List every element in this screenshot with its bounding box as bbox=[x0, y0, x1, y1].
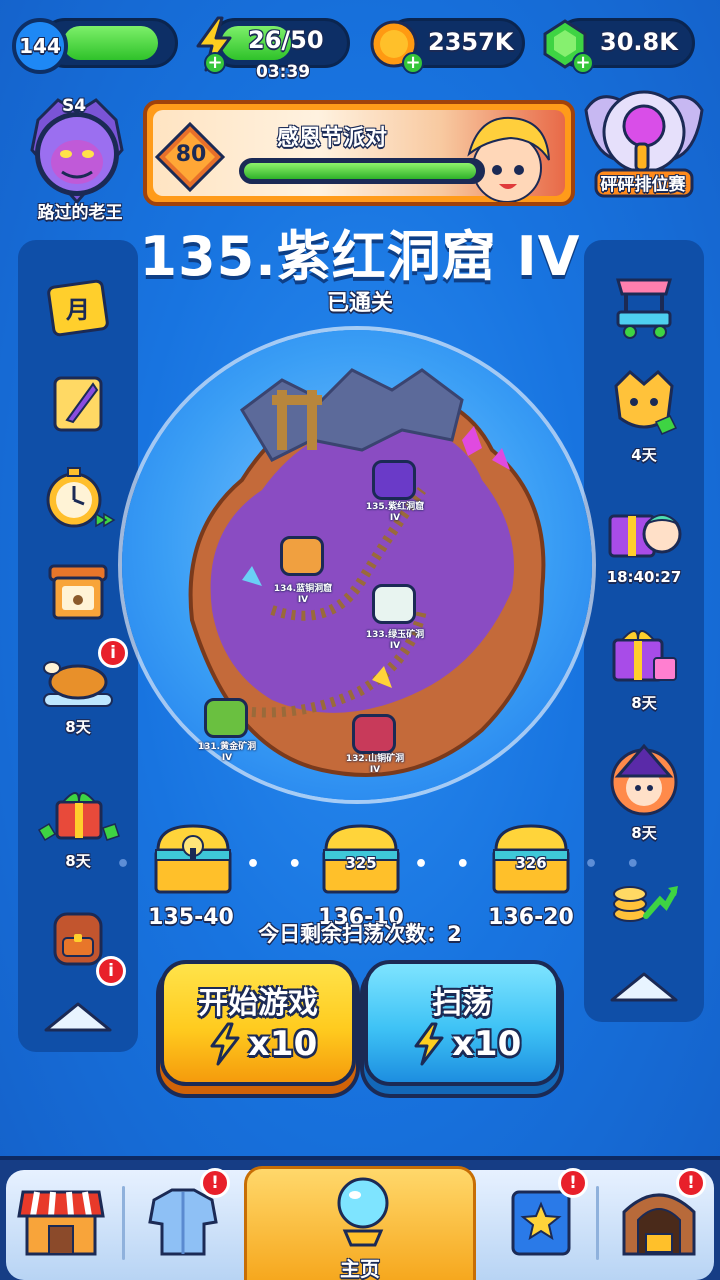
gift-pack-timer: 8天 bbox=[65, 852, 91, 870]
scroll-quill-icon bbox=[53, 376, 103, 432]
hero-gift-timer: 18:40:27 bbox=[606, 568, 682, 586]
quest-button[interactable] bbox=[28, 370, 128, 436]
energy-timer: 03:39 bbox=[256, 62, 311, 82]
map-node-131[interactable] bbox=[204, 698, 248, 738]
add-gems-button[interactable]: + bbox=[572, 52, 594, 74]
add-coins-button[interactable]: + bbox=[402, 52, 424, 74]
event-level: 80 bbox=[175, 142, 207, 167]
sweep-button[interactable]: 扫荡 x10 bbox=[364, 960, 560, 1086]
shop-cart-button[interactable] bbox=[594, 270, 694, 342]
notification-badge: i bbox=[96, 956, 126, 986]
notification-badge: ! bbox=[200, 1168, 230, 1198]
reward-chest-3[interactable]: 326 bbox=[486, 820, 576, 900]
puzzle-gift-timer: 8天 bbox=[631, 694, 657, 712]
nav-home-tab[interactable]: 主页 bbox=[244, 1166, 476, 1280]
reward-chest-1[interactable] bbox=[148, 820, 238, 900]
map-node-133[interactable] bbox=[372, 584, 416, 624]
pet-house-icon bbox=[48, 564, 108, 620]
map-node-132[interactable] bbox=[352, 714, 396, 754]
event-progress-bar bbox=[239, 158, 485, 184]
reward-chest-2[interactable]: 325 bbox=[316, 820, 406, 900]
witch-event-button[interactable]: 8天 bbox=[594, 742, 694, 843]
crystal-ball-icon bbox=[337, 1177, 389, 1247]
shop-storefront-icon bbox=[17, 1190, 105, 1256]
gift-box-icon bbox=[37, 792, 120, 842]
scroll-up-arrow-icon[interactable] bbox=[28, 996, 128, 1036]
stopwatch-icon bbox=[46, 467, 116, 528]
shop-cart-icon bbox=[616, 278, 672, 339]
svg-text:月: 月 bbox=[65, 296, 90, 324]
nav-home-label: 主页 bbox=[340, 1257, 380, 1280]
player-avatar[interactable]: S4 bbox=[18, 90, 136, 208]
treasure-chest-icon bbox=[154, 824, 232, 894]
chest-number: 326 bbox=[515, 854, 547, 872]
event-character-icon bbox=[467, 116, 550, 202]
coin-count: 2357K bbox=[428, 28, 514, 56]
nav-collection-tab[interactable]: ! bbox=[482, 1160, 600, 1280]
calendar-icon: 月 bbox=[47, 279, 109, 337]
golden-fox-timer: 4天 bbox=[631, 446, 657, 464]
map-node-135[interactable] bbox=[372, 460, 416, 500]
gift-pack-button[interactable]: 8天 bbox=[28, 780, 128, 871]
right-side-panel: 4天 18:40:27 8天 8天 bbox=[584, 240, 704, 1022]
notification-badge: ! bbox=[558, 1168, 588, 1198]
sweep-remaining-count: 今日剩余扫荡次数：2 bbox=[258, 922, 462, 946]
progress-dots: • • bbox=[584, 852, 650, 877]
map-node-label: 133.绿玉矿洞 IV bbox=[365, 630, 425, 651]
map-node-label: 131.黄金矿洞 IV bbox=[197, 742, 257, 763]
energy-bolt-icon bbox=[210, 1022, 240, 1066]
map-node-label: 134.蓝铜洞窟 IV bbox=[273, 584, 333, 605]
nav-equipment-tab[interactable]: ! bbox=[124, 1160, 242, 1280]
energy-count: 26/50 bbox=[248, 26, 324, 54]
scroll-up-arrow-icon[interactable] bbox=[594, 966, 694, 1006]
golden-fox-icon bbox=[614, 369, 678, 435]
event-banner[interactable]: 80 感恩节派对 bbox=[143, 100, 575, 206]
golden-fox-button[interactable]: 4天 bbox=[594, 366, 694, 465]
thanksgiving-timer: 8天 bbox=[65, 718, 91, 736]
progress-dots: • bbox=[116, 852, 141, 877]
puzzle-gift-icon bbox=[612, 630, 677, 682]
hero-gift-button[interactable]: 18:40:27 bbox=[594, 494, 694, 586]
gem-count: 30.8K bbox=[600, 28, 678, 56]
season-badge: S4 bbox=[62, 96, 87, 116]
speed-up-button[interactable] bbox=[28, 462, 128, 532]
puzzle-gift-button[interactable]: 8天 bbox=[594, 618, 694, 713]
add-energy-button[interactable]: + bbox=[204, 52, 226, 74]
energy-bolt-icon bbox=[414, 1022, 444, 1066]
nav-dungeon-tab[interactable]: ! bbox=[600, 1160, 718, 1280]
monthly-card-button[interactable]: 月 bbox=[28, 276, 128, 340]
pet-house-button[interactable] bbox=[28, 556, 128, 624]
notification-badge: ! bbox=[676, 1168, 706, 1198]
map-node-label: 135.紫红洞窟 IV bbox=[365, 502, 425, 523]
map-node-134[interactable] bbox=[280, 536, 324, 576]
stage-map-globe[interactable]: 135.紫红洞窟 IV 134.蓝铜洞窟 IV 133.绿玉矿洞 IV 131.… bbox=[122, 330, 592, 800]
player-level[interactable]: 144 bbox=[12, 18, 68, 74]
sweep-cost: x10 bbox=[452, 1024, 522, 1064]
witch-avatar-icon bbox=[610, 743, 678, 816]
chest-number: 325 bbox=[345, 854, 377, 872]
map-node-label: 132.山铜矿洞 IV bbox=[345, 754, 405, 775]
start-game-button[interactable]: 开始游戏 x10 bbox=[160, 960, 356, 1086]
nav-shop-tab[interactable] bbox=[2, 1160, 120, 1280]
witch-event-timer: 8天 bbox=[631, 824, 657, 842]
rank-event-label: 砰砰排位赛 bbox=[600, 175, 686, 195]
event-title: 感恩节派对 bbox=[277, 126, 388, 151]
hero-gift-icon bbox=[608, 514, 682, 558]
sweep-label: 扫荡 bbox=[432, 986, 492, 1021]
start-game-cost: x10 bbox=[248, 1024, 318, 1064]
thanksgiving-event-button[interactable]: 8天 i bbox=[28, 638, 128, 737]
bottom-navigation: ! 主页 ! ! bbox=[0, 1156, 720, 1280]
start-game-label: 开始游戏 bbox=[198, 986, 318, 1021]
